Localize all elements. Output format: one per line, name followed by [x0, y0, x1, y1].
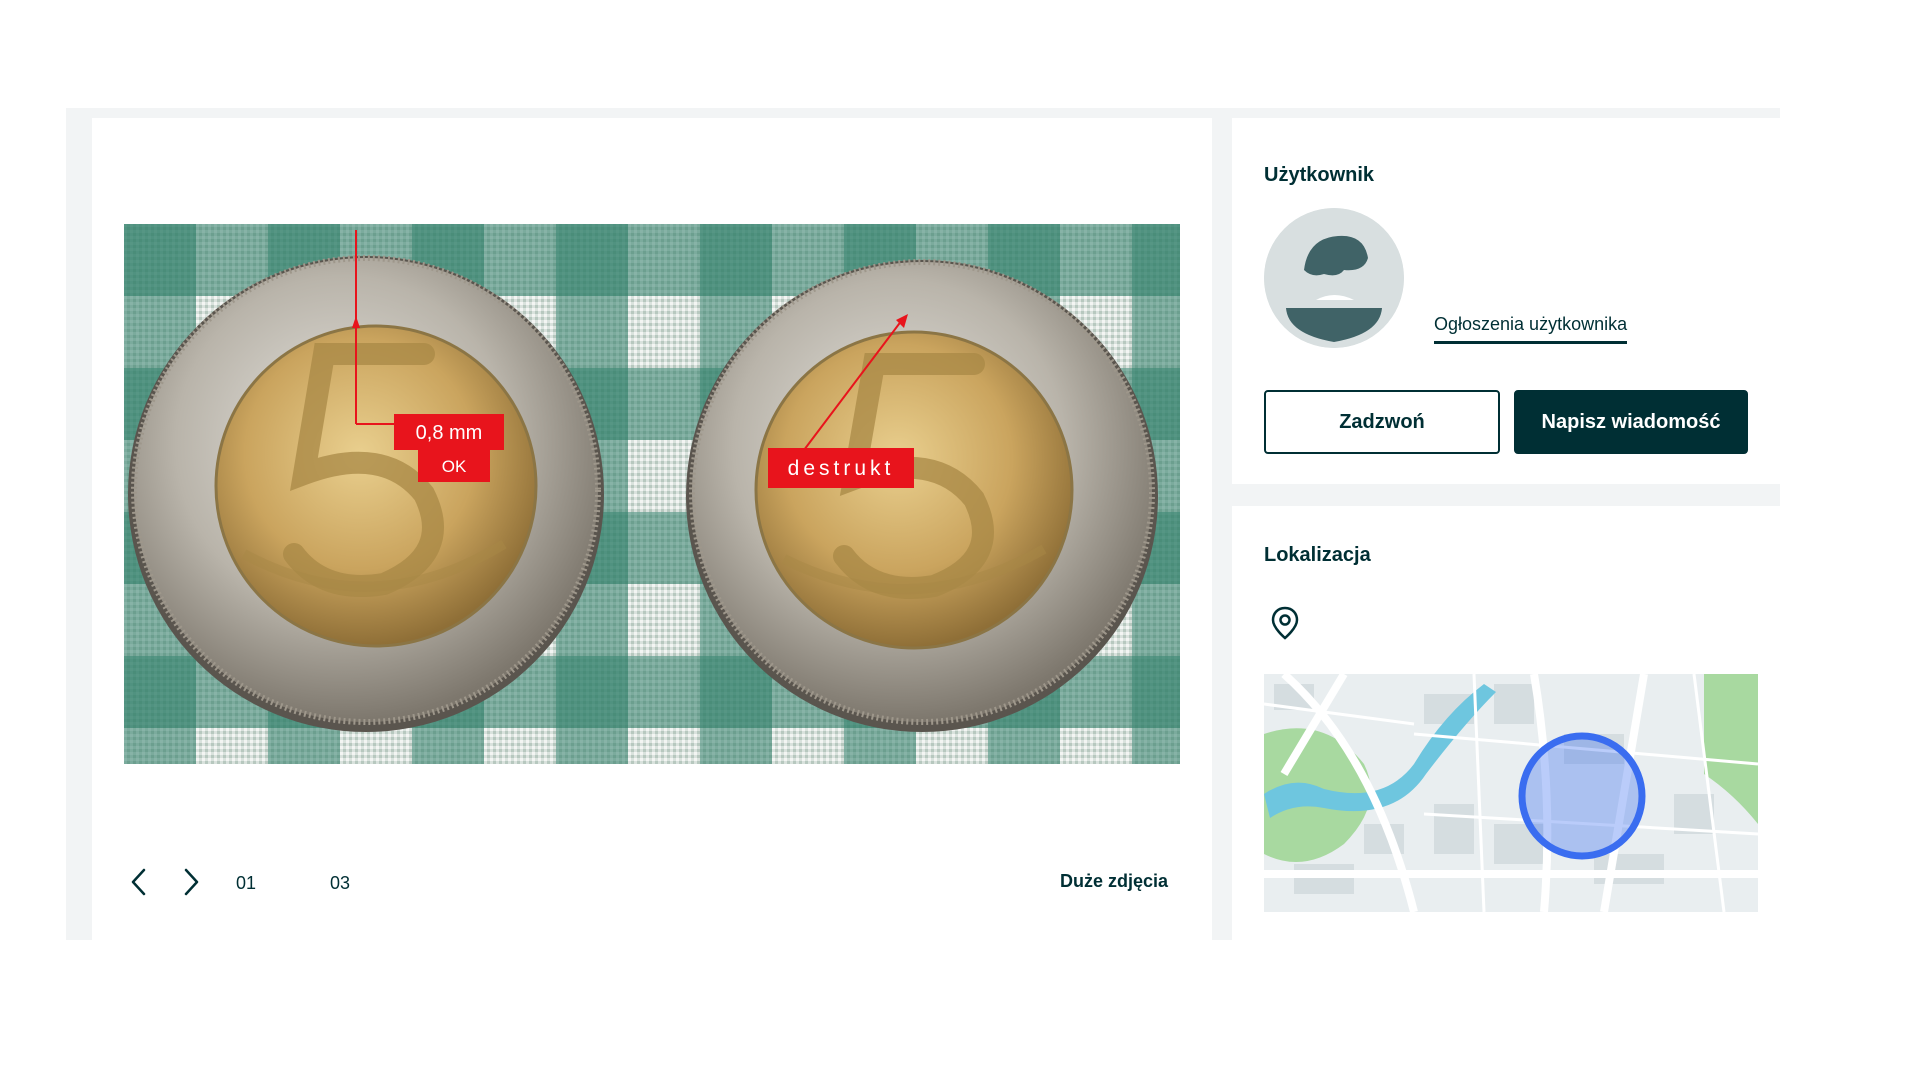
location-map[interactable]: [1264, 674, 1758, 912]
user-card: Użytkownik Ogłoszenia użytkownika Zadzwo…: [1232, 118, 1780, 484]
current-photo-index: 01: [236, 873, 257, 893]
location-pin-icon: [1271, 606, 1299, 640]
location-card: Lokalizacja: [1232, 506, 1780, 940]
previous-photo-button[interactable]: [124, 867, 154, 897]
coin-right: [686, 259, 1158, 732]
page-background: 0,8 mm OK destrukt 01 03 Duże zdjęcia Uż…: [66, 108, 1780, 948]
write-message-button[interactable]: Napisz wiadomość: [1514, 390, 1748, 454]
gallery-card: 0,8 mm OK destrukt 01 03 Duże zdjęcia: [92, 118, 1212, 948]
large-photos-link[interactable]: Duże zdjęcia: [1060, 871, 1168, 892]
chevron-right-icon: [184, 868, 199, 896]
measure-status-label: OK: [442, 457, 467, 476]
location-area-circle: [1518, 732, 1646, 860]
user-ads-link[interactable]: Ogłoszenia użytkownika: [1434, 314, 1628, 344]
defect-label: destrukt: [788, 457, 895, 480]
listing-photo[interactable]: 0,8 mm OK destrukt: [124, 224, 1180, 764]
measure-value-label: 0,8 mm: [416, 422, 483, 444]
default-avatar-icon: [1264, 208, 1404, 348]
chevron-left-icon: [131, 868, 146, 896]
coin-left: [128, 255, 604, 732]
call-button[interactable]: Zadzwoń: [1264, 390, 1500, 454]
gallery-navigation: 01 03 Duże zdjęcia: [124, 863, 1180, 903]
avatar[interactable]: [1264, 208, 1404, 348]
location-section-title: Lokalizacja: [1264, 544, 1371, 566]
total-photo-count: 03: [330, 873, 351, 893]
next-photo-button[interactable]: [176, 867, 206, 897]
user-section-title: Użytkownik: [1264, 164, 1375, 186]
